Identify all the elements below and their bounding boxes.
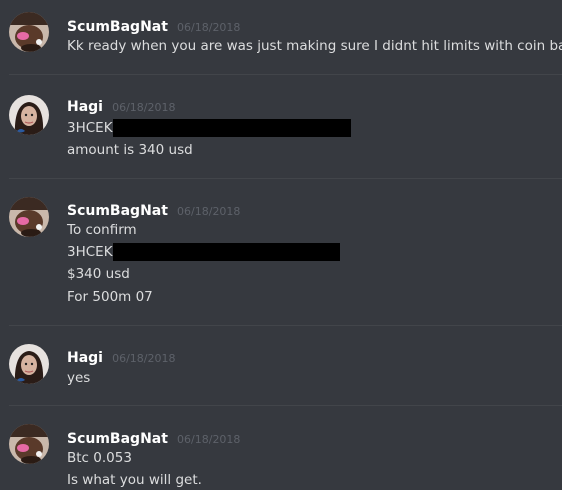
username[interactable]: Hagi: [67, 99, 103, 115]
username[interactable]: Hagi: [67, 350, 103, 366]
message-timestamp: 06/18/2018: [112, 352, 176, 365]
username[interactable]: ScumBagNat: [67, 203, 168, 219]
user-avatar-scumbagnat-icon: [9, 197, 49, 237]
avatar-hagi[interactable]: [9, 95, 49, 135]
message-text: For 500m 07: [67, 289, 153, 305]
message-timestamp: 06/18/2018: [177, 205, 241, 218]
message-text: $340 usd: [67, 266, 130, 282]
message-text: Is what you will get.: [67, 472, 202, 488]
user-avatar-hagi-icon: [9, 344, 49, 384]
address-prefix: 3HCEK: [67, 120, 113, 136]
user-avatar-hagi-icon: [9, 95, 49, 135]
message-timestamp: 06/18/2018: [177, 433, 241, 446]
message-timestamp: 06/18/2018: [177, 21, 241, 34]
avatar-scumbagnat[interactable]: [9, 12, 49, 52]
message-text-redacted: 3HCEK: [67, 119, 351, 137]
user-avatar-scumbagnat-icon: [9, 12, 49, 52]
address-prefix: 3HCEK: [67, 244, 113, 260]
message-text: Kk ready when you are was just making su…: [67, 38, 562, 54]
redaction-bar: [112, 119, 351, 137]
user-avatar-scumbagnat-icon: [9, 424, 49, 464]
message-timestamp: 06/18/2018: [112, 101, 176, 114]
avatar-scumbagnat[interactable]: [9, 424, 49, 464]
chat-message-list: ScumBagNat 06/18/2018 Kk ready when you …: [0, 0, 562, 490]
username[interactable]: ScumBagNat: [67, 19, 168, 35]
message-text: yes: [67, 370, 91, 386]
message-text: amount is 340 usd: [67, 142, 193, 158]
redaction-bar: [112, 243, 340, 261]
message-divider: [9, 325, 562, 326]
avatar-hagi[interactable]: [9, 344, 49, 384]
avatar-scumbagnat[interactable]: [9, 197, 49, 237]
username[interactable]: ScumBagNat: [67, 431, 168, 447]
message-divider: [9, 405, 562, 406]
message-divider: [9, 178, 562, 179]
message-text-redacted: 3HCEK: [67, 243, 340, 261]
message-divider: [9, 74, 562, 75]
message-text: To confirm: [67, 222, 137, 238]
message-text: Btc 0.053: [67, 450, 132, 466]
